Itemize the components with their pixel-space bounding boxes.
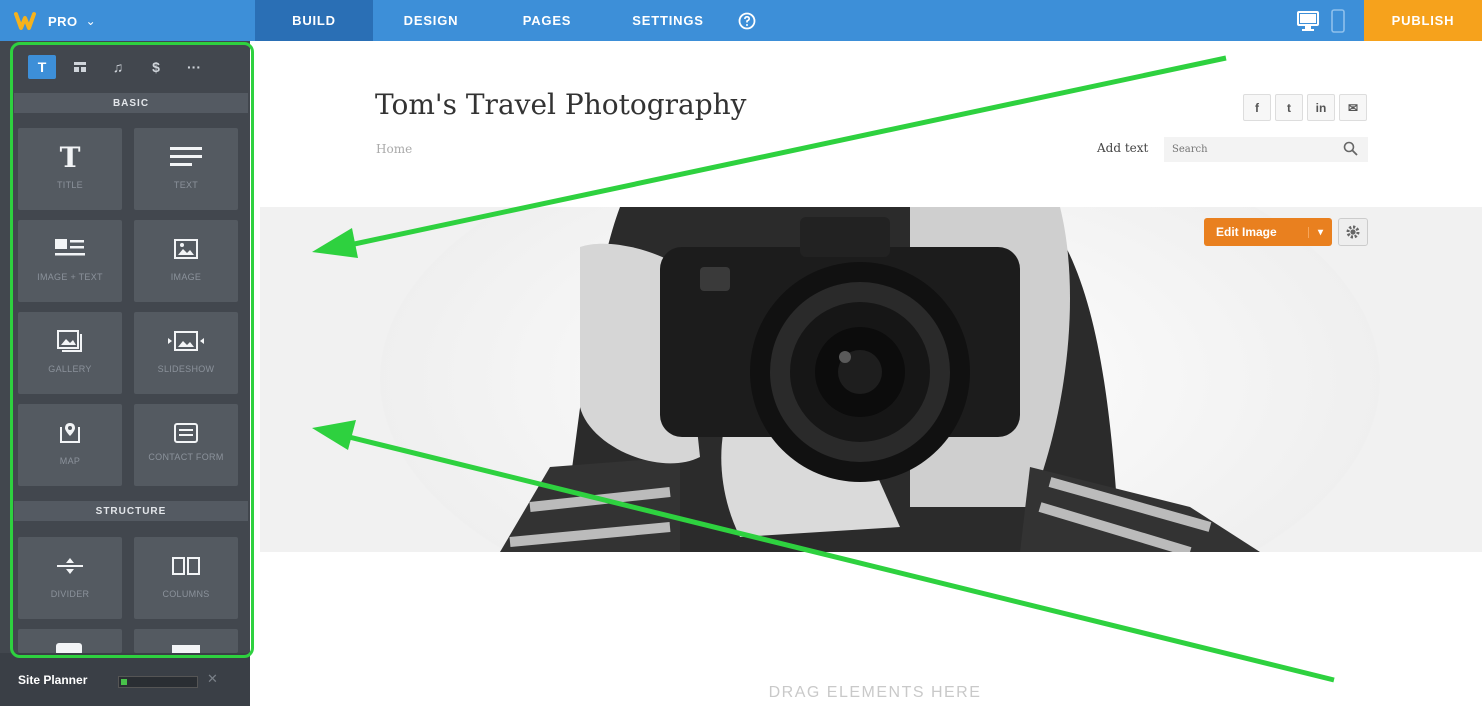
- gear-icon: [1346, 225, 1360, 239]
- main-nav: BUILD DESIGN PAGES SETTINGS: [255, 0, 763, 41]
- drop-zone-hint: DRAG ELEMENTS HERE: [768, 684, 982, 701]
- chevron-down-icon[interactable]: ▾: [1308, 226, 1332, 238]
- chevron-down-icon: ⌄: [85, 14, 96, 28]
- tab-design[interactable]: DESIGN: [373, 0, 489, 41]
- gallery-icon: [18, 324, 122, 358]
- element-gallery[interactable]: GALLERY: [18, 312, 122, 394]
- element-label: CONTACT FORM: [148, 452, 224, 462]
- element-label: TITLE: [56, 180, 83, 190]
- slideshow-icon: [134, 324, 238, 358]
- element-label: IMAGE + TEXT: [37, 272, 103, 282]
- elements-sidebar: T ♫ $ ··· BASIC T TITLE TEXT IMAGE + TEX…: [0, 41, 250, 706]
- site-planner[interactable]: Site Planner ✕: [0, 653, 250, 706]
- form-icon: [134, 416, 238, 450]
- element-title[interactable]: T TITLE: [18, 128, 122, 210]
- header-image[interactable]: [260, 207, 1482, 552]
- facebook-icon[interactable]: f: [1243, 94, 1271, 121]
- tab-pages[interactable]: PAGES: [489, 0, 605, 41]
- element-map[interactable]: MAP: [18, 404, 122, 486]
- element-partial[interactable]: [18, 629, 122, 653]
- site-title[interactable]: Tom's Travel Photography: [375, 88, 747, 121]
- title-icon: T: [59, 140, 81, 174]
- add-text-link[interactable]: Add text: [1097, 141, 1148, 155]
- element-label: DIVIDER: [50, 589, 90, 599]
- help-icon: [738, 12, 756, 29]
- site-planner-progress: [118, 676, 198, 688]
- edit-image-button[interactable]: Edit Image ▾: [1204, 218, 1332, 246]
- map-pin-icon: [18, 416, 122, 450]
- music-category-icon[interactable]: ♫: [104, 55, 132, 79]
- mobile-view-icon[interactable]: [1330, 8, 1346, 34]
- site-planner-label: Site Planner: [18, 673, 88, 687]
- dollar-category-icon[interactable]: $: [142, 55, 170, 79]
- form-icon: [172, 645, 200, 653]
- structure-section-header: STRUCTURE: [14, 501, 248, 521]
- tab-settings[interactable]: SETTINGS: [605, 0, 731, 41]
- more-category-icon[interactable]: ···: [180, 55, 208, 79]
- site-planner-progress-fill: [121, 679, 127, 685]
- photographer-photo: [260, 207, 1482, 552]
- social-icons: f t in ✉: [1243, 94, 1367, 121]
- element-image-text[interactable]: IMAGE + TEXT: [18, 220, 122, 302]
- mail-icon[interactable]: ✉: [1339, 94, 1367, 121]
- image-settings-button[interactable]: [1338, 218, 1368, 246]
- element-text[interactable]: TEXT: [134, 128, 238, 210]
- element-slideshow[interactable]: SLIDESHOW: [134, 312, 238, 394]
- element-label: MAP: [59, 456, 81, 466]
- weebly-logo-icon: [14, 12, 36, 30]
- basic-section-header: BASIC: [14, 93, 248, 113]
- element-label: TEXT: [173, 180, 199, 190]
- plan-label: PRO: [48, 13, 78, 29]
- element-label: GALLERY: [48, 364, 92, 374]
- element-partial[interactable]: [134, 629, 238, 653]
- columns-icon: [134, 549, 238, 583]
- element-label: IMAGE: [170, 272, 202, 282]
- element-category-tabs: T ♫ $ ···: [28, 55, 208, 79]
- element-image[interactable]: IMAGE: [134, 220, 238, 302]
- help-button[interactable]: [731, 0, 763, 41]
- publish-button[interactable]: PUBLISH: [1364, 0, 1482, 41]
- search-icon[interactable]: [1342, 140, 1360, 158]
- linkedin-icon[interactable]: in: [1307, 94, 1335, 121]
- image-text-icon: [18, 232, 122, 266]
- element-contact-form[interactable]: CONTACT FORM: [134, 404, 238, 486]
- nav-home-link[interactable]: Home: [376, 142, 412, 156]
- editor-window: PRO ⌄ BUILD DESIGN PAGES SETTINGS PUBLIS…: [0, 0, 1482, 706]
- text-lines-icon: [134, 140, 238, 174]
- image-icon: [56, 643, 82, 653]
- element-label: SLIDESHOW: [157, 364, 215, 374]
- close-icon[interactable]: ✕: [207, 671, 218, 687]
- plan-menu[interactable]: PRO ⌄: [14, 8, 124, 34]
- layout-category-icon[interactable]: [66, 55, 94, 79]
- divider-icon: [18, 549, 122, 583]
- twitter-icon[interactable]: t: [1275, 94, 1303, 121]
- element-columns[interactable]: COLUMNS: [134, 537, 238, 619]
- image-icon: [134, 232, 238, 266]
- desktop-view-icon[interactable]: [1296, 9, 1320, 33]
- element-label: COLUMNS: [162, 589, 210, 599]
- tab-build[interactable]: BUILD: [255, 0, 373, 41]
- element-divider[interactable]: DIVIDER: [18, 537, 122, 619]
- device-toggle: [1296, 6, 1356, 36]
- search-input[interactable]: [1164, 137, 1368, 162]
- text-category-icon[interactable]: T: [28, 55, 56, 79]
- top-toolbar: PRO ⌄ BUILD DESIGN PAGES SETTINGS PUBLIS…: [0, 0, 1482, 41]
- edit-image-label: Edit Image: [1216, 225, 1277, 239]
